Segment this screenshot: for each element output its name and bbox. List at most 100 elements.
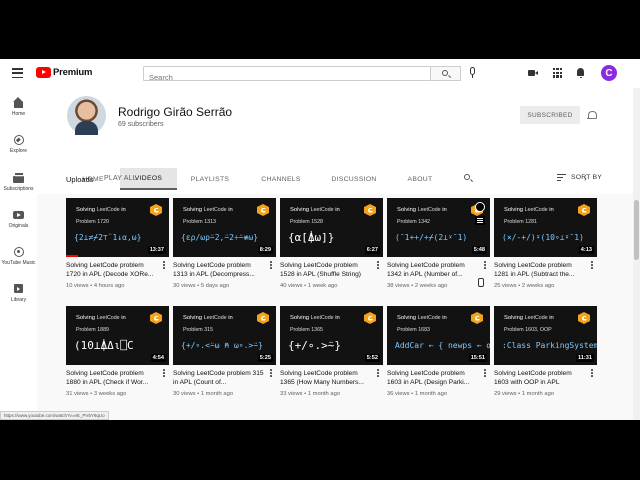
tab-about[interactable]: ABOUT (401, 168, 439, 190)
more-options-icon[interactable] (484, 261, 486, 269)
scrollbar-thumb[interactable] (634, 200, 639, 260)
video-thumbnail[interactable]: Solving LeetCode in Problem 1720 {2⊥≠⌿2⊤¨1… (66, 198, 169, 257)
notifications-bell-icon[interactable] (576, 68, 586, 78)
video-title[interactable]: Solving LeetCode problem 1281 in APL (Su… (494, 262, 597, 279)
more-options-icon[interactable] (591, 261, 593, 269)
upload-age: 1 week ago (307, 283, 338, 289)
tab-channels[interactable]: CHANNELS (255, 168, 307, 190)
leetcode-logo-icon (150, 204, 162, 216)
thumb-caption: Solving LeetCode in (504, 207, 554, 213)
video-title[interactable]: Solving LeetCode problem 1720 in APL (De… (66, 262, 169, 279)
music-icon (13, 247, 24, 257)
sidebar-item-explore[interactable]: Explore (0, 135, 37, 154)
thumb-leetcode-text: LeetCode (310, 315, 334, 321)
page-scrollbar[interactable] (633, 88, 640, 420)
video-thumbnail[interactable]: Solving LeetCode in Problem 315 {+/∘.<⍨⍵ ⍝… (173, 306, 276, 365)
search-input[interactable] (144, 71, 430, 84)
upload-age: 2 weeks ago (414, 283, 448, 289)
video-title[interactable]: Solving LeetCode problem 1365 (How Many … (280, 370, 383, 387)
thumb-in-text: in (121, 207, 126, 213)
view-count: 25 views (494, 283, 517, 289)
video-thumbnail[interactable]: Solving LeetCode in Problem 1281 (×/-+/)⍣(… (494, 198, 597, 257)
thumb-in-text: in (228, 207, 233, 213)
thumb-leetcode-text: LeetCode (203, 315, 227, 321)
video-title[interactable]: Solving LeetCode problem 1313 in APL (De… (173, 262, 276, 279)
video-thumbnail[interactable]: Solving LeetCode in Problem 1889 (10⊥⍋Δι⎕C… (66, 306, 169, 365)
video-thumbnail[interactable]: Solving LeetCode in Problem 1342 (¯1++/+⌿(… (387, 198, 490, 257)
tab-discussion[interactable]: DISCUSSION (325, 168, 383, 190)
more-options-icon[interactable] (270, 369, 272, 377)
more-options-icon[interactable] (163, 261, 165, 269)
video-card[interactable]: Solving LeetCode in Problem 1603, OOP:Cla… (494, 306, 597, 397)
video-title[interactable]: Solving LeetCode problem 315 in APL (Cou… (173, 370, 276, 387)
video-card[interactable]: Solving LeetCode in Problem 1313 {ε⍴/ωρ⍨2,… (173, 198, 276, 289)
video-title[interactable]: Solving LeetCode problem 1603 in APL (De… (387, 370, 490, 387)
youtube-premium-logo[interactable]: Premium (36, 67, 92, 78)
more-options-icon[interactable] (591, 369, 593, 377)
more-options-icon[interactable] (270, 261, 272, 269)
sidebar-item-home[interactable]: Home (0, 97, 37, 117)
thumb-solving-text: Solving (397, 315, 417, 321)
sidebar-item-label: Home (11, 111, 26, 117)
sidebar-item-youtube-music[interactable]: YouTube Music (0, 247, 37, 266)
sort-by-button[interactable]: SORT BY (557, 174, 602, 181)
video-card[interactable]: Solving LeetCode in Problem 1365 {+/∘.>⍨} 5… (280, 306, 383, 397)
watch-later-icon[interactable] (475, 202, 485, 212)
thumb-solving-text: Solving (76, 315, 96, 321)
sort-label: SORT BY (571, 174, 602, 181)
video-card[interactable]: Solving LeetCode in Problem 1281 (×/-+/)⍣(… (494, 198, 597, 289)
thumb-problem-number: Problem 1603, OOP (504, 327, 552, 333)
create-video-icon[interactable] (528, 68, 538, 78)
video-meta: 30 views • 1 month ago (173, 391, 234, 397)
thumb-in-text: in (228, 315, 233, 321)
video-card[interactable]: Solving LeetCode in Problem 315 {+/∘.<⍨⍵ ⍝… (173, 306, 276, 397)
subscribed-button[interactable]: SUBSCRIBED (520, 106, 580, 124)
thumb-solving-text: Solving (504, 315, 524, 321)
tab-playlists[interactable]: PLAYLISTS (185, 168, 235, 190)
user-avatar[interactable]: C (601, 65, 617, 81)
video-card[interactable]: Solving LeetCode in Problem 1528 {α[⍋ω]} 6:… (280, 198, 383, 289)
video-card[interactable]: Solving LeetCode in Problem 1342 (¯1++/+⌿(… (387, 198, 490, 289)
channel-search-icon[interactable] (464, 174, 470, 180)
sidebar-item-library[interactable]: Library (0, 284, 37, 303)
video-title[interactable]: Solving LeetCode problem 1880 in APL (Ch… (66, 370, 169, 387)
video-thumbnail[interactable]: Solving LeetCode in Problem 1683 AddCar ← … (387, 306, 490, 365)
more-options-icon[interactable] (163, 369, 165, 377)
video-thumbnail[interactable]: Solving LeetCode in Problem 1365 {+/∘.>⍨} 5… (280, 306, 383, 365)
search-box[interactable] (143, 66, 431, 84)
video-card[interactable]: Solving LeetCode in Problem 1889 (10⊥⍋Δι⎕C… (66, 306, 169, 397)
add-to-queue-icon[interactable] (475, 216, 485, 225)
video-title[interactable]: Solving LeetCode problem 1603 with OOP i… (494, 370, 597, 387)
top-bar: Premium C (0, 59, 640, 88)
notification-bell-icon[interactable] (587, 111, 597, 121)
play-all-button[interactable]: PLAY ALL (104, 175, 137, 182)
more-options-icon[interactable] (484, 369, 486, 377)
microphone-icon[interactable] (470, 67, 475, 78)
more-options-icon[interactable] (377, 261, 379, 269)
video-title[interactable]: Solving LeetCode problem 1528 in APL (Sh… (280, 262, 383, 279)
thumb-solving-text: Solving (397, 207, 417, 213)
video-thumbnail[interactable]: Solving LeetCode in Problem 1528 {α[⍋ω]} 6:… (280, 198, 383, 257)
video-meta: 36 views • 1 month ago (387, 391, 448, 397)
thumb-problem-number: Problem 1528 (290, 219, 323, 225)
sidebar-item-originals[interactable]: Originals (0, 210, 37, 229)
sidebar-item-subscriptions[interactable]: Subscriptions (0, 173, 37, 192)
video-thumbnail[interactable]: Solving LeetCode in Problem 1603, OOP:Cla… (494, 306, 597, 365)
upload-age: 4 hours ago (93, 283, 125, 289)
apps-grid-icon[interactable] (553, 68, 563, 78)
thumb-apl-code: (10⊥⍋Δι⎕C (74, 339, 134, 352)
video-title[interactable]: Solving LeetCode problem 1342 in APL (Nu… (387, 262, 490, 279)
channel-avatar[interactable] (67, 96, 106, 135)
watch-progress-bar (66, 255, 79, 257)
video-card[interactable]: Solving LeetCode in Problem 1720 {2⊥≠⌿2⊤¨1… (66, 198, 169, 289)
video-thumbnail[interactable]: Solving LeetCode in Problem 1313 {ε⍴/ωρ⍨2,… (173, 198, 276, 257)
video-card[interactable]: Solving LeetCode in Problem 1683 AddCar ← … (387, 306, 490, 397)
thumb-leetcode-text: LeetCode (417, 207, 441, 213)
leetcode-logo-icon (578, 312, 590, 324)
hamburger-menu-icon[interactable] (12, 68, 23, 78)
more-options-icon[interactable] (377, 369, 379, 377)
thumb-in-text: in (121, 315, 126, 321)
search-button[interactable] (431, 66, 461, 81)
video-meta: 10 views • 4 hours ago (66, 283, 125, 289)
view-count: 30 views (173, 391, 196, 397)
